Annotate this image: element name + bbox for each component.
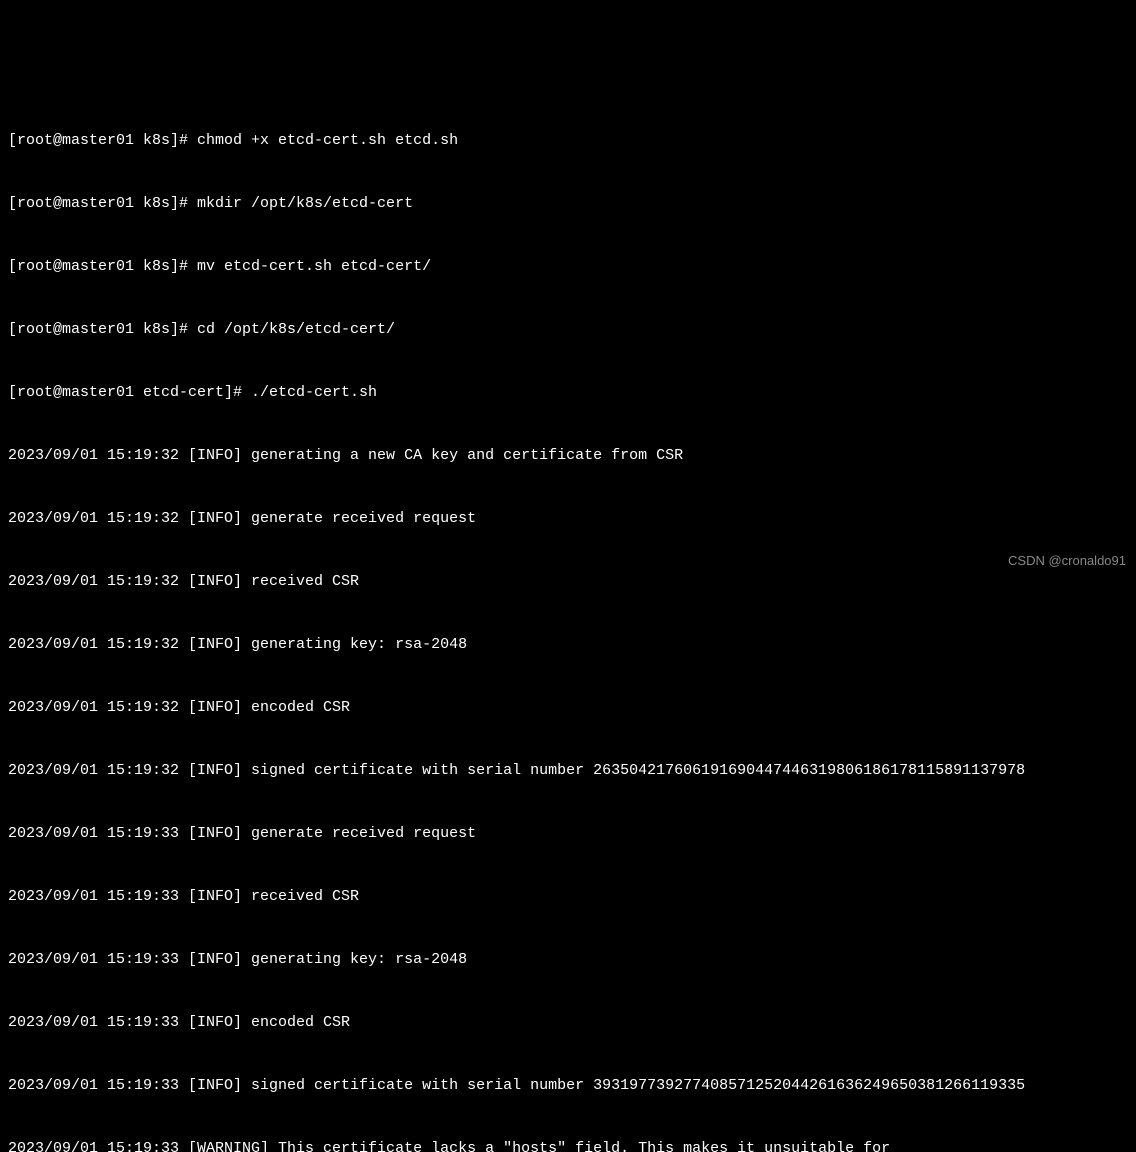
terminal-line: 2023/09/01 15:19:33 [INFO] encoded CSR — [8, 1012, 1128, 1033]
terminal-line: [root@master01 k8s]# cd /opt/k8s/etcd-ce… — [8, 319, 1128, 340]
terminal-line: [root@master01 k8s]# chmod +x etcd-cert.… — [8, 130, 1128, 151]
terminal-line: [root@master01 etcd-cert]# ./etcd-cert.s… — [8, 382, 1128, 403]
terminal-line: 2023/09/01 15:19:32 [INFO] generate rece… — [8, 508, 1128, 529]
terminal-line: 2023/09/01 15:19:32 [INFO] generating ke… — [8, 634, 1128, 655]
terminal-line: 2023/09/01 15:19:33 [INFO] generate rece… — [8, 823, 1128, 844]
terminal-line: [root@master01 k8s]# mv etcd-cert.sh etc… — [8, 256, 1128, 277]
terminal-output[interactable]: [root@master01 k8s]# chmod +x etcd-cert.… — [8, 88, 1128, 1152]
terminal-line: 2023/09/01 15:19:32 [INFO] received CSR — [8, 571, 1128, 592]
watermark-text: CSDN @cronaldo91 — [1008, 552, 1126, 570]
terminal-line: 2023/09/01 15:19:32 [INFO] encoded CSR — [8, 697, 1128, 718]
terminal-line: 2023/09/01 15:19:33 [INFO] received CSR — [8, 886, 1128, 907]
terminal-line: 2023/09/01 15:19:33 [WARNING] This certi… — [8, 1138, 1128, 1152]
terminal-line: 2023/09/01 15:19:33 [INFO] generating ke… — [8, 949, 1128, 970]
terminal-line: 2023/09/01 15:19:33 [INFO] signed certif… — [8, 1075, 1128, 1096]
terminal-line: [root@master01 k8s]# mkdir /opt/k8s/etcd… — [8, 193, 1128, 214]
terminal-line: 2023/09/01 15:19:32 [INFO] generating a … — [8, 445, 1128, 466]
terminal-line: 2023/09/01 15:19:32 [INFO] signed certif… — [8, 760, 1128, 781]
